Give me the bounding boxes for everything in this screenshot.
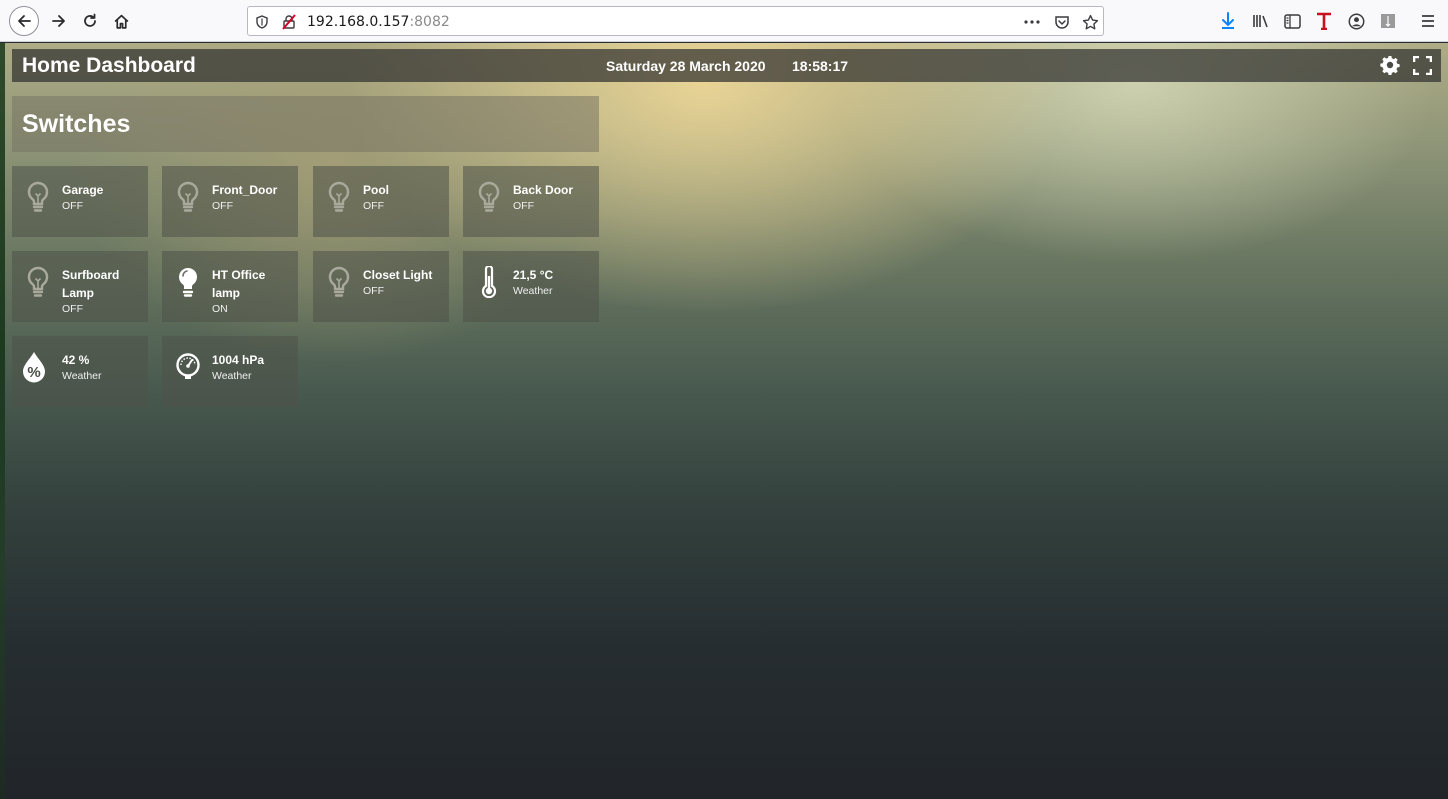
pocket-icon[interactable] [1053, 13, 1071, 31]
lightbulb-off-icon [174, 180, 202, 214]
tile-state: Weather [212, 370, 252, 382]
switch-tile-closet-light[interactable]: Closet Light OFF [313, 251, 449, 322]
shield-icon[interactable] [253, 13, 271, 31]
lightbulb-off-icon [325, 265, 353, 299]
url-bar[interactable]: 192.168.0.157:8082 [247, 6, 1104, 36]
tile-name: 42 % [62, 353, 90, 367]
switch-tile-back-door[interactable]: Back Door OFF [463, 166, 599, 237]
tile-state: Weather [62, 370, 102, 382]
download-icon[interactable] [1218, 11, 1238, 31]
svg-text:%: % [27, 364, 40, 381]
reload-button[interactable] [75, 6, 105, 36]
tile-name: Back Door [513, 183, 574, 197]
tile-state: OFF [513, 200, 534, 212]
fullscreen-button[interactable] [1411, 54, 1433, 76]
switch-tile-garage[interactable]: Garage OFF [12, 166, 148, 237]
tile-state: Weather [513, 285, 553, 297]
tile-name: HT Office lamp [212, 268, 266, 300]
lightbulb-on-icon [174, 265, 202, 299]
url-text[interactable]: 192.168.0.157:8082 [307, 14, 450, 30]
home-button[interactable] [106, 6, 136, 36]
library-icon[interactable] [1251, 11, 1271, 31]
tile-state: OFF [62, 200, 83, 212]
forward-button[interactable] [44, 6, 74, 36]
tile-name: Surfboard Lamp [62, 268, 120, 300]
back-button[interactable] [9, 6, 39, 36]
insecure-lock-icon[interactable] [280, 13, 298, 31]
account-icon[interactable] [1346, 11, 1366, 31]
bookmark-star-icon[interactable] [1081, 13, 1099, 31]
tile-state: ON [212, 303, 228, 315]
tile-name: Pool [363, 183, 389, 197]
tile-name: Front_Door [212, 183, 278, 197]
lightbulb-off-icon [24, 265, 52, 299]
arrow-left-icon [18, 15, 31, 27]
browser-toolbar: 192.168.0.157:8082 [0, 0, 1448, 42]
tile-state: OFF [363, 200, 384, 212]
switch-tile-ht-office-lamp[interactable]: HT Office lamp ON [162, 251, 298, 322]
clock-display: 18:58:17 [792, 58, 849, 74]
sidebar-icon[interactable] [1282, 11, 1302, 31]
lightbulb-off-icon [24, 180, 52, 214]
switch-tile-surfboard-lamp[interactable]: Surfboard Lamp OFF [12, 251, 148, 322]
lightbulb-off-icon [475, 180, 503, 214]
tile-state: OFF [212, 200, 233, 212]
extension-t-icon[interactable] [1314, 11, 1334, 31]
dashboard-title: Home Dashboard [22, 54, 196, 77]
lightbulb-off-icon [325, 180, 353, 214]
tile-state: OFF [363, 285, 384, 297]
barometer-icon [174, 350, 202, 384]
arrow-right-icon [52, 15, 65, 27]
tile-name: Garage [62, 183, 104, 197]
home-icon [114, 14, 128, 29]
dashboard-canvas: Home Dashboard Saturday 28 March 2020 18… [5, 43, 1448, 799]
page-actions-icon[interactable] [1023, 13, 1041, 31]
settings-button[interactable] [1379, 54, 1401, 76]
section-title: Switches [22, 110, 131, 138]
sensor-tile-pressure[interactable]: 1004 hPa Weather [162, 336, 298, 407]
gear-icon [1380, 56, 1400, 75]
thermometer-icon [475, 265, 503, 299]
tile-name: 21,5 °C [513, 268, 554, 282]
menu-icon[interactable] [1418, 11, 1438, 31]
dashboard-topbar: Home Dashboard Saturday 28 March 2020 18… [12, 49, 1441, 82]
switch-tile-pool[interactable]: Pool OFF [313, 166, 449, 237]
switch-tile-front-door[interactable]: Front_Door OFF [162, 166, 298, 237]
sensor-tile-temperature[interactable]: 21,5 °C Weather [463, 251, 599, 322]
tile-name: 1004 hPa [212, 353, 265, 367]
fullscreen-icon [1412, 55, 1432, 75]
section-header: Switches [12, 96, 599, 152]
reload-icon [84, 13, 96, 27]
humidity-icon: % [20, 350, 48, 384]
date-display: Saturday 28 March 2020 [606, 58, 766, 74]
sensor-tile-humidity[interactable]: % 42 % Weather [12, 336, 148, 407]
tile-name: Closet Light [363, 268, 433, 282]
extension-icon[interactable] [1378, 11, 1398, 31]
tile-state: OFF [62, 303, 83, 315]
